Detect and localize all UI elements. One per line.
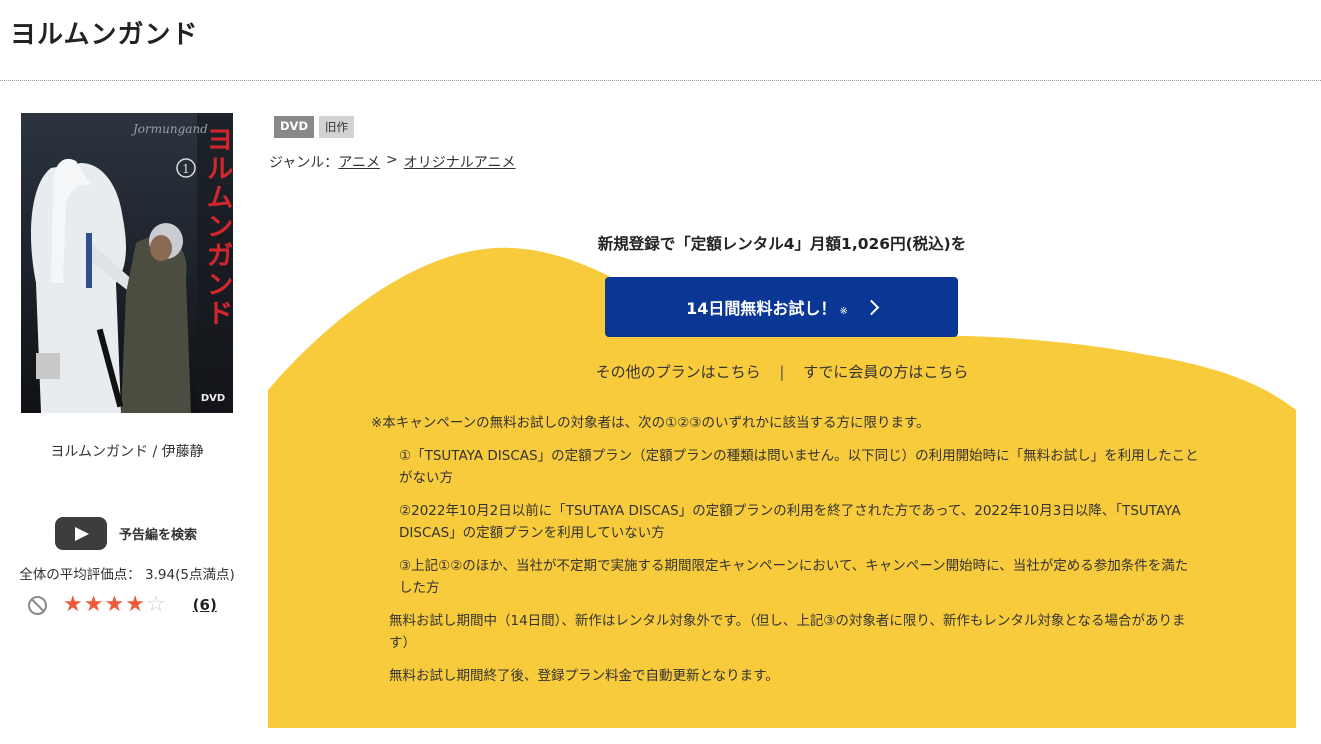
jacket-volume: 1: [182, 162, 190, 176]
free-trial-button[interactable]: 14日間無料お試し！ ※: [605, 277, 958, 337]
format-badges: DVD 旧作: [274, 116, 359, 138]
chevron-right-icon: [863, 299, 880, 315]
plan-links: その他のプランはこちら | すでに会員の方はこちら: [268, 361, 1296, 382]
star-icon: ★: [125, 592, 145, 617]
other-plans-link[interactable]: その他のプランはこちら: [596, 363, 761, 381]
play-icon[interactable]: [55, 517, 107, 550]
trailer-search-link[interactable]: 予告編を検索: [55, 517, 197, 550]
promo-headline: 新規登録で「定額レンタル4」月額1,026円(税込)を: [597, 235, 967, 253]
member-login-link[interactable]: すでに会員の方はこちら: [803, 363, 968, 381]
terms-condition-1: ①「TSUTAYA DISCAS」の定額プラン（定額プランの種類は問いません。以…: [399, 448, 1199, 486]
rating-row: ★ ★ ★ ★ ☆ (6): [28, 593, 217, 617]
genre-label: ジャンル：: [269, 155, 339, 171]
terms-trial-period-note: 無料お試し期間中（14日間）、新作はレンタル対象外です。（但し、上記③の対象者に…: [389, 613, 1186, 651]
not-interested-icon[interactable]: [28, 595, 47, 615]
average-rating: 全体の平均評価点： 3.94(5点満点): [19, 567, 235, 583]
title-divider: [0, 80, 1321, 81]
free-trial-label[interactable]: 14日間無料お試し！: [686, 295, 836, 319]
genre-breadcrumb: ジャンル： アニメ > オリジナルアニメ: [269, 152, 516, 172]
star-icon: ★: [83, 592, 104, 617]
trailer-label[interactable]: 予告編を検索: [119, 524, 197, 543]
terms-intro: ※本キャンペーンの無料お試しの対象者は、次の①②③のいずれかに該当する方に限りま…: [371, 415, 930, 431]
star-rating: ★ ★ ★ ★ ☆: [63, 593, 167, 617]
campaign-terms: ※本キャンペーンの無料お試しの対象者は、次の①②③のいずれかに該当する方に限りま…: [371, 412, 1201, 698]
genre-link-original-anime[interactable]: オリジナルアニメ: [404, 152, 516, 172]
star-icon: ★: [63, 592, 83, 617]
star-empty-icon: ☆: [145, 592, 166, 617]
jacket-title-text: ヨルムンガンド: [202, 125, 233, 328]
breadcrumb-separator: >: [386, 152, 398, 168]
star-icon: ★: [104, 592, 125, 617]
genre-link-anime[interactable]: アニメ: [338, 152, 380, 172]
terms-condition-2: ②2022年10月2日以前に「TSUTAYA DISCAS」の定額プランの利用を…: [399, 503, 1181, 541]
jacket-image[interactable]: ヨルムンガンド 1 Jormungand DVD: [21, 113, 233, 413]
free-trial-note: ※: [839, 305, 848, 317]
terms-auto-renew-note: 無料お試し期間終了後、登録プラン料金で自動更新となります。: [389, 668, 779, 684]
jacket-en-title: Jormungand: [130, 122, 208, 136]
badge-old-release: 旧作: [319, 116, 354, 138]
work-credit: ヨルムンガンド / 伊藤静: [50, 444, 204, 460]
review-count-link[interactable]: (6): [193, 596, 217, 614]
jacket-dvd-mark: DVD: [201, 393, 225, 404]
link-separator: |: [779, 363, 785, 381]
page-title: ヨルムンガンド: [10, 20, 199, 50]
terms-condition-3: ③上記①②のほか、当社が不定期で実施する期間限定キャンペーンにおいて、キャンペー…: [399, 558, 1189, 596]
badge-dvd: DVD: [274, 116, 314, 138]
